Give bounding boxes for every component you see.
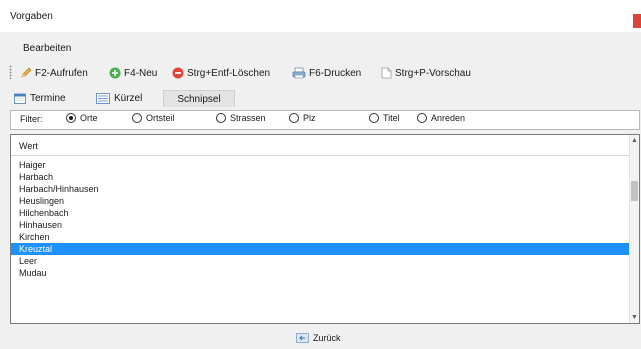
zurueck-label: Zurück	[313, 333, 341, 343]
tab-schnipsel[interactable]: Schnipsel	[163, 90, 235, 107]
toolbar-grip[interactable]	[9, 65, 12, 79]
radio-titel-label: Titel	[383, 113, 400, 123]
drucken-button[interactable]: F6-Drucken	[292, 65, 361, 81]
radio-orte-indicator[interactable]	[66, 113, 76, 123]
list-rows: Haiger Harbach Harbach/Hinhausen Heuslin…	[11, 159, 629, 279]
close-button[interactable]	[633, 14, 641, 28]
back-arrow-icon	[296, 333, 309, 343]
vertical-scrollbar[interactable]: ▲ ▼	[629, 135, 639, 323]
list-item[interactable]: Haiger	[11, 159, 629, 171]
radio-strassen[interactable]: Strassen	[216, 113, 266, 123]
radio-orte-label: Orte	[80, 113, 98, 123]
scrollbar-thumb[interactable]	[631, 181, 638, 201]
radio-ortsteil-label: Ortsteil	[146, 113, 175, 123]
radio-anreden[interactable]: Anreden	[417, 113, 465, 123]
drucken-label: F6-Drucken	[309, 67, 362, 79]
list-item[interactable]: Kirchen	[11, 231, 629, 243]
tab-strip: Termine Kürzel Schnipsel	[0, 88, 641, 108]
list-item[interactable]: Hinhausen	[11, 219, 629, 231]
document-icon	[381, 67, 392, 79]
tab-kuerzel[interactable]: Kürzel	[92, 90, 160, 107]
value-list[interactable]: Wert Haiger Harbach Harbach/Hinhausen He…	[10, 134, 640, 324]
menu-bar: Bearbeiten	[0, 40, 641, 58]
tab-termine-label: Termine	[30, 93, 66, 104]
list-icon	[96, 93, 110, 104]
window-title: Vorgaben	[10, 11, 53, 22]
menu-bearbeiten[interactable]: Bearbeiten	[23, 43, 71, 54]
radio-titel[interactable]: Titel	[369, 113, 400, 123]
f2-aufrufen-button[interactable]: F2-Aufrufen	[20, 65, 88, 81]
title-bar: Vorgaben	[0, 0, 641, 32]
column-header-wert: Wert	[19, 141, 38, 151]
f2-aufrufen-label: F2-Aufrufen	[35, 67, 88, 79]
radio-strassen-indicator[interactable]	[216, 113, 226, 123]
vorgaben-window: Vorgaben Bearbeiten F2-Aufrufen F4-Neu S…	[0, 0, 641, 349]
printer-icon	[292, 67, 306, 79]
list-item[interactable]: Heuslingen	[11, 195, 629, 207]
list-item[interactable]: Mudau	[11, 267, 629, 279]
radio-plz-label: Plz	[303, 113, 316, 123]
filter-label: Filter:	[20, 114, 43, 124]
vorschau-button[interactable]: Strg+P-Vorschau	[381, 65, 471, 81]
radio-strassen-label: Strassen	[230, 113, 266, 123]
f4-neu-label: F4-Neu	[124, 67, 158, 79]
list-item[interactable]: Harbach	[11, 171, 629, 183]
toolbar: F2-Aufrufen F4-Neu Strg+Entf-Löschen F6-…	[0, 62, 641, 84]
vorschau-label: Strg+P-Vorschau	[395, 67, 471, 79]
tab-termine[interactable]: Termine	[10, 90, 90, 107]
plus-circle-icon	[109, 67, 121, 79]
f4-neu-button[interactable]: F4-Neu	[109, 65, 157, 81]
loeschen-label: Strg+Entf-Löschen	[187, 67, 271, 79]
list-item[interactable]: Harbach/Hinhausen	[11, 183, 629, 195]
pencil-icon	[21, 67, 32, 78]
list-item[interactable]: Hilchenbach	[11, 207, 629, 219]
list-item[interactable]: Leer	[11, 255, 629, 267]
radio-anreden-label: Anreden	[431, 113, 466, 123]
calendar-icon	[14, 93, 26, 104]
tab-schnipsel-label: Schnipsel	[177, 93, 221, 105]
tab-kuerzel-label: Kürzel	[114, 93, 143, 104]
list-column-header[interactable]: Wert	[11, 135, 629, 156]
loeschen-button[interactable]: Strg+Entf-Löschen	[172, 65, 270, 81]
list-item-selected[interactable]: Kreuztal	[11, 243, 629, 255]
radio-anreden-indicator[interactable]	[417, 113, 427, 123]
radio-plz-indicator[interactable]	[289, 113, 299, 123]
radio-titel-indicator[interactable]	[369, 113, 379, 123]
zurueck-button[interactable]: Zurück	[296, 333, 341, 343]
minus-circle-icon	[172, 67, 184, 79]
scroll-up-arrow-icon[interactable]: ▲	[631, 137, 638, 144]
radio-orte[interactable]: Orte	[66, 113, 98, 123]
radio-ortsteil-indicator[interactable]	[132, 113, 142, 123]
scroll-down-arrow-icon[interactable]: ▼	[631, 314, 638, 321]
radio-plz[interactable]: Plz	[289, 113, 316, 123]
filter-bar: Filter: Orte Ortsteil Strassen Plz Titel…	[10, 110, 640, 130]
radio-ortsteil[interactable]: Ortsteil	[132, 113, 175, 123]
